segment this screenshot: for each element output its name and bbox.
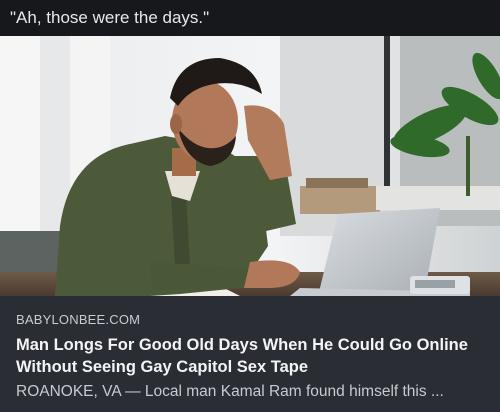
article-thumbnail[interactable] [0, 36, 500, 296]
link-headline[interactable]: Man Longs For Good Old Days When He Coul… [16, 334, 488, 378]
man-at-laptop-photo [0, 36, 500, 296]
social-post: "Ah, those were the days." BABYLONBEE.CO… [0, 0, 500, 412]
link-source-domain: BABYLONBEE.COM [16, 312, 141, 327]
link-preview-card[interactable]: BABYLONBEE.COM Man Longs For Good Old Da… [0, 36, 500, 412]
post-caption: "Ah, those were the days." [10, 8, 210, 27]
link-meta: BABYLONBEE.COM Man Longs For Good Old Da… [16, 312, 488, 402]
link-excerpt: ROANOKE, VA — Local man Kamal Ram found … [16, 383, 444, 400]
